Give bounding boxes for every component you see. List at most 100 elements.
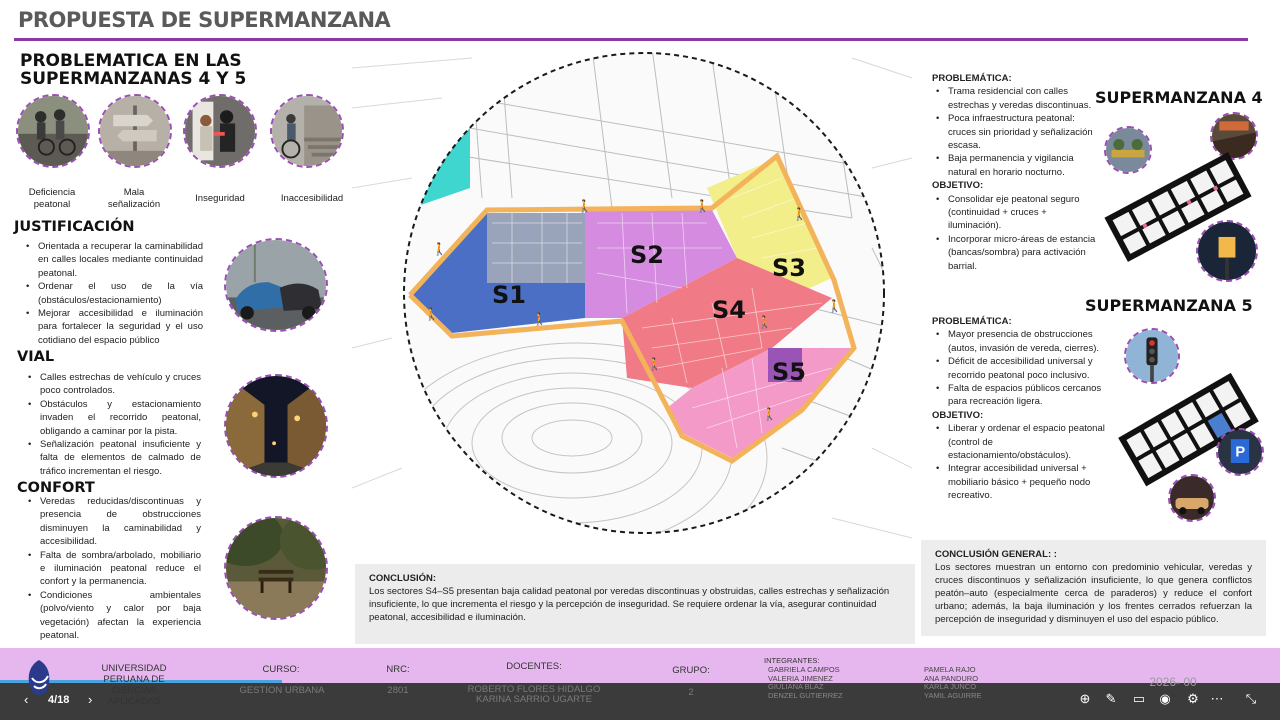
night-street-image — [226, 376, 326, 476]
photo-park-bench — [224, 516, 328, 620]
pedestrian-icon: 🚶 — [432, 242, 447, 256]
footer-nrc-value: 2801 — [387, 685, 409, 696]
page-title: PROPUESTA DE SUPERMANZANA — [18, 8, 391, 32]
sm4-problem-item: Trama residencial con calles estrechas y… — [932, 85, 1097, 112]
sm5-problem-item: Déficit de accesibilidad universal y rec… — [932, 355, 1107, 382]
vial-list: Calles estrechas de vehículo y cruces po… — [28, 371, 201, 478]
justificacion-item: Mejorar accesibilidad e iluminación para… — [26, 307, 203, 347]
pen-icon[interactable]: ✎ — [1102, 690, 1120, 708]
sm5-objective-item: Liberar y ordenar el espacio peatonal (c… — [932, 422, 1107, 462]
photo-night-street — [224, 374, 328, 478]
photo-inaccessibility — [270, 94, 344, 168]
footer-docente-2: KARINA SARRIO UGARTE — [476, 694, 592, 705]
pedestrian-icon: 🚶 — [792, 207, 807, 221]
sm5-problem-item: Mayor presencia de obstrucciones (autos,… — [932, 328, 1107, 355]
pedestrian-icon: 🚶 — [532, 312, 547, 326]
pedestrian-icon: 🚶 — [577, 199, 592, 213]
page-indicator: 4/18 — [48, 694, 70, 706]
captions-icon[interactable]: ▭ — [1130, 690, 1148, 708]
justificacion-item: Ordenar el uso de la vía (obstáculos/est… — [26, 280, 203, 307]
sm4-problem-label: PROBLEMÁTICA: — [932, 73, 1012, 84]
car-crash-image — [226, 240, 326, 330]
insecurity-photo-image — [185, 96, 255, 166]
pedestrian-icon: 🚶 — [647, 357, 662, 371]
justificacion-list: Orientada a recuperar la caminabilidad e… — [26, 240, 203, 347]
zoom-icon[interactable]: ⊕ — [1076, 690, 1094, 708]
sm4-problem-item: Baja permanencia y vigilancia natural en… — [932, 152, 1097, 179]
pedestrian-icon: 🚶 — [757, 315, 772, 329]
sm5-problem-label: PROBLEMÁTICA: — [932, 316, 1012, 327]
footer-integrantes-col-1: GABRIELA CAMPOS VALERIA JIMENEZ GIULIANA… — [768, 665, 843, 700]
more-icon[interactable]: ⋯ — [1208, 690, 1226, 708]
footer-university: UNIVERSIDAD PERUANA DE CIENCIAS APLICADA… — [101, 663, 167, 707]
pedestrian-icon: 🚶 — [695, 199, 710, 213]
problem-label-deficiency: Deficiencia peatonal — [28, 187, 76, 210]
confort-item: Falta de sombra/arbolado, mobiliario e i… — [28, 549, 201, 589]
svg-text:P: P — [1235, 445, 1245, 461]
photo-bad-signage — [98, 94, 172, 168]
sm4-objective-item: Incorporar micro-áreas de estancia (banc… — [932, 233, 1097, 273]
sm5-objective-item: Integrar accesibilidad universal + mobil… — [932, 462, 1107, 502]
sector-s2-label: S2 — [630, 241, 664, 269]
pedestrian-icon: 🚶 — [762, 407, 777, 421]
sm5-heading: SUPERMANZANA 5 — [1085, 296, 1253, 315]
justificacion-heading: JUSTIFICACIÓN — [14, 219, 135, 235]
audio-icon[interactable]: ◉ — [1156, 690, 1174, 708]
sm5-problem-item: Falta de espacios públicos cercanos para… — [932, 382, 1107, 409]
footer-curso-value: GESTION URBANA — [239, 685, 325, 696]
car-image — [1170, 476, 1214, 520]
footer-nrc-label: NRC: — [386, 664, 410, 675]
conclusion-text: Los sectores S4–S5 presentan baja calida… — [369, 586, 890, 623]
vial-item: Obstáculos y estacionamiento invaden el … — [28, 398, 201, 438]
fullscreen-icon[interactable]: ⤡ — [1242, 690, 1260, 708]
problem-label-signage: Mala señalización — [107, 187, 161, 210]
photo-insecurity — [183, 94, 257, 168]
sm4-objective-item: Consolidar eje peatonal seguro (continui… — [932, 193, 1097, 233]
general-conclusion-text: Los sectores muestran un entorno con pre… — [935, 562, 1252, 625]
site-map-svg: S1 S2 S3 S4 S5 🚶 🚶 🚶 🚶 🚶 🚶 🚶 🚶 🚶 🚶 — [351, 48, 913, 558]
sector-s5-label: S5 — [772, 358, 806, 386]
sector-s4-label: S4 — [712, 296, 746, 324]
footer-curso-label: CURSO: — [262, 664, 300, 675]
sector-s3-label: S3 — [772, 254, 806, 282]
vial-heading: VIAL — [17, 349, 55, 365]
conclusion-box: CONCLUSIÓN: Los sectores S4–S5 presentan… — [355, 564, 915, 644]
footer-band — [0, 648, 1280, 683]
inaccessibility-photo-image — [272, 96, 342, 166]
photo-pedestrian-deficiency — [16, 94, 90, 168]
vial-item: Señalización peatonal insuficiente y fal… — [28, 438, 201, 478]
problem-heading: PROBLEMATICA EN LAS SUPERMANZANAS 4 Y 5 — [20, 51, 247, 89]
sector-s1-label: S1 — [492, 281, 526, 309]
conclusion-title: CONCLUSIÓN: — [369, 573, 437, 584]
sm4-text: PROBLEMÁTICA: Trama residencial con call… — [932, 72, 1097, 273]
problem-label-insecurity: Inseguridad — [195, 193, 245, 204]
general-conclusion-box: CONCLUSIÓN GENERAL: : Los sectores muest… — [921, 540, 1266, 636]
parking-sign-image: P — [1218, 430, 1262, 474]
park-bench-image — [226, 518, 326, 618]
footer-integrantes-col-2: PAMELA RAJO ANA PANDURO KARLA JUNCO YAMI… — [924, 665, 982, 700]
problem-label-inaccessibility: Inaccesibilidad — [280, 193, 344, 204]
sm4-photo-lamp — [1196, 220, 1258, 282]
sm5-photo-parking: P — [1216, 428, 1264, 476]
justificacion-item: Orientada a recuperar la caminabilidad e… — [26, 240, 203, 280]
prev-page-button[interactable]: ‹ — [24, 692, 28, 707]
next-page-button[interactable]: › — [88, 692, 92, 707]
sm4-objective-label: OBJETIVO: — [932, 180, 984, 192]
integrante: YAMIL AGUIRRE — [924, 690, 982, 700]
pedestrian-icon: 🚶 — [424, 307, 439, 321]
footer-docentes-label: DOCENTES: — [506, 661, 562, 672]
sm4-problem-item: Poca infraestructura peatonal: cruces si… — [932, 112, 1097, 152]
street-lamp-image — [1198, 222, 1256, 280]
general-conclusion-title: CONCLUSIÓN GENERAL: : — [935, 549, 1057, 560]
photo-car-crash — [224, 238, 328, 332]
footer-year: 2026- 00 — [1149, 675, 1197, 689]
signage-photo-image — [100, 96, 170, 166]
sm4-heading: SUPERMANZANA 4 — [1095, 88, 1263, 107]
sm5-photo-car — [1168, 474, 1216, 522]
title-divider — [14, 38, 1248, 41]
footer-grupo-value: 2 — [688, 687, 694, 698]
sm5-text: PROBLEMÁTICA: Mayor presencia de obstruc… — [932, 315, 1107, 503]
confort-item: Veredas reducidas/discontinuas y presenc… — [28, 495, 201, 549]
sm5-objective-label: OBJETIVO: — [932, 409, 984, 421]
settings-icon[interactable]: ⚙ — [1184, 690, 1202, 708]
